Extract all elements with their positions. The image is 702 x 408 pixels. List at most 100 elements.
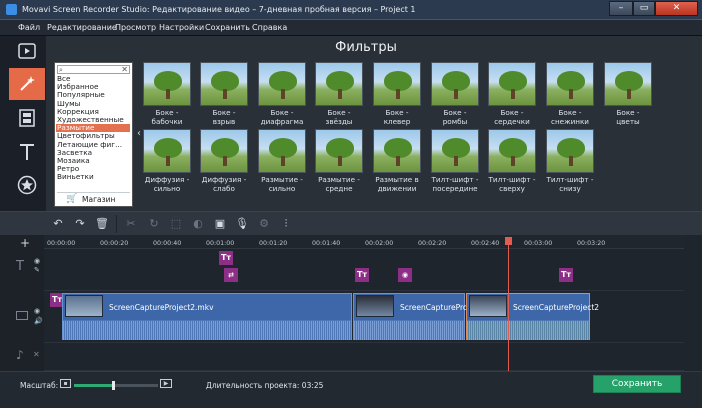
title-track[interactable]: Tт ⇄ Tт ◉ Tт: [44, 249, 684, 291]
filter-thumbnail: [258, 129, 306, 173]
audio-waveform: [467, 321, 589, 340]
time-ruler[interactable]: 00:00:00 00:00:20 00:00:40 00:01:00 00:0…: [44, 235, 684, 249]
image-icon[interactable]: ▣: [212, 216, 228, 232]
project-duration: Длительность проекта: 03:25: [206, 381, 323, 390]
category-item[interactable]: Виньетки: [56, 173, 130, 181]
filter-thumbnail: [431, 62, 479, 106]
title-clip[interactable]: Tт: [219, 251, 233, 265]
menu-file[interactable]: Файл: [18, 23, 40, 32]
video-mute-icon[interactable]: 🔊: [34, 317, 43, 325]
category-item[interactable]: Засветка: [56, 149, 130, 157]
zoom-slider-handle[interactable]: [112, 381, 116, 390]
transitions-tab[interactable]: [9, 102, 45, 134]
title-clip[interactable]: Tт: [559, 268, 573, 282]
ruler-tick: 00:02:20: [418, 240, 447, 247]
filter-thumbnail: [488, 62, 536, 106]
search-icon: ⌕: [59, 66, 63, 74]
clip-thumbnail: [65, 295, 103, 317]
filter-thumbnail: [315, 62, 363, 106]
video-clip-selected[interactable]: ScreenCaptureProject2: [466, 293, 599, 340]
maximize-button[interactable]: ▭: [633, 1, 655, 16]
ruler-tick: 00:01:00: [206, 240, 235, 247]
menu-bar: Файл Редактирование Просмотр Настройки С…: [0, 20, 702, 36]
video-clip[interactable]: ScreenCaptureProj: [353, 293, 470, 340]
filter-label: Тилт-шифт - посередине: [431, 175, 479, 193]
audio-waveform: [354, 321, 464, 340]
crop-icon[interactable]: ⬚: [168, 216, 184, 232]
clip-thumbnail: [356, 295, 394, 317]
menu-help[interactable]: Справка: [252, 23, 287, 32]
music-track[interactable]: [44, 343, 684, 371]
music-mute-icon[interactable]: ✕: [33, 350, 40, 359]
settings-icon[interactable]: ⚙: [256, 216, 272, 232]
delete-icon[interactable]: 🗑: [94, 216, 110, 232]
undo-icon[interactable]: ↶: [50, 216, 66, 232]
add-track-icon[interactable]: +: [20, 236, 30, 250]
star-circle-icon: [17, 175, 37, 195]
duration-value: 03:25: [301, 381, 324, 390]
visibility-icon[interactable]: ◉: [34, 257, 40, 265]
menu-save[interactable]: Сохранить: [205, 23, 250, 32]
equalizer-icon[interactable]: ⫶: [278, 216, 294, 232]
save-button[interactable]: Сохранить: [593, 375, 681, 393]
category-item-selected[interactable]: Размытие: [56, 124, 130, 133]
panel-title: Фильтры: [335, 40, 397, 55]
filters-tab[interactable]: [9, 68, 45, 100]
category-item[interactable]: Популярные: [56, 91, 130, 99]
category-item[interactable]: Ретро: [56, 165, 130, 173]
minimize-button[interactable]: –: [609, 1, 633, 16]
callout-clip[interactable]: ⇄: [224, 268, 238, 282]
clear-search-icon[interactable]: ✕: [121, 65, 128, 74]
audio-waveform: [63, 321, 351, 340]
zoom-in-icon[interactable]: ▶: [160, 379, 172, 388]
category-item[interactable]: Летающие фиг...: [56, 141, 130, 149]
playhead[interactable]: [508, 237, 509, 371]
filter-thumbnail: [258, 62, 306, 106]
category-item[interactable]: Все: [56, 75, 130, 83]
menu-view[interactable]: Просмотр: [115, 23, 156, 32]
category-item[interactable]: Коррекция: [56, 108, 130, 116]
text-icon: [20, 144, 34, 160]
menu-edit[interactable]: Редактирование: [47, 23, 117, 32]
microphone-icon[interactable]: 🎙: [234, 216, 250, 232]
shop-button[interactable]: 🛒 Магазин: [57, 192, 130, 205]
ruler-tick: 00:00:40: [153, 240, 182, 247]
cut-icon[interactable]: ✂: [123, 216, 139, 232]
zoom-slider[interactable]: [74, 381, 158, 390]
import-media-tab[interactable]: [9, 36, 45, 68]
category-item[interactable]: Шумы: [56, 100, 130, 108]
sticker-clip[interactable]: ◉: [398, 268, 412, 282]
category-list: ⌕ ✕ Все Избранное Популярные Шумы Коррек…: [54, 62, 133, 207]
video-track[interactable]: Tт ScreenCaptureProject2.mkv ScreenCaptu…: [44, 291, 684, 343]
collapse-panel-button[interactable]: ‹: [137, 128, 141, 139]
titles-tab[interactable]: [9, 136, 45, 168]
window-title: Movavi Screen Recorder Studio: Редактиро…: [22, 5, 416, 14]
track-headers: + T ◉ ✎ ◉ 🔊 ♪ ✕: [0, 235, 44, 371]
category-item[interactable]: Художественные: [56, 116, 130, 124]
video-clip[interactable]: ScreenCaptureProject2.mkv: [62, 293, 352, 340]
filter-thumbnail: [431, 129, 479, 173]
filter-label: Боке - звёзды: [325, 108, 353, 126]
color-adjust-icon[interactable]: ◐: [190, 216, 206, 232]
category-item[interactable]: Избранное: [56, 83, 130, 91]
redo-icon[interactable]: ↷: [72, 216, 88, 232]
ruler-tick: 00:01:20: [259, 240, 288, 247]
clip-name: ScreenCaptureProject2: [513, 303, 600, 312]
film-play-icon: [18, 43, 36, 59]
zoom-out-icon[interactable]: ▪: [60, 379, 71, 388]
menu-settings[interactable]: Настройки: [159, 23, 204, 32]
filters-panel: Фильтры ⌕ ✕ Все Избранное Популярные Шум…: [46, 36, 702, 211]
stickers-tab[interactable]: [9, 168, 45, 200]
close-button[interactable]: ✕: [655, 1, 698, 16]
category-item[interactable]: Цветофильтры: [56, 132, 130, 140]
category-item[interactable]: Мозаика: [56, 157, 130, 165]
lock-icon[interactable]: ✎: [34, 266, 40, 274]
filter-label: Размытие - сильно: [261, 175, 303, 193]
rotate-icon[interactable]: ↻: [146, 216, 162, 232]
video-visibility-icon[interactable]: ◉: [34, 307, 40, 315]
title-clip[interactable]: Tт: [355, 268, 369, 282]
edit-toolbar: ↶ ↷ 🗑 ✂ ↻ ⬚ ◐ ▣ 🎙 ⚙ ⫶: [0, 211, 702, 235]
category-search-input[interactable]: ⌕ ✕: [57, 65, 130, 74]
playhead-handle[interactable]: [505, 237, 512, 245]
ruler-tick: 00:03:20: [577, 240, 606, 247]
